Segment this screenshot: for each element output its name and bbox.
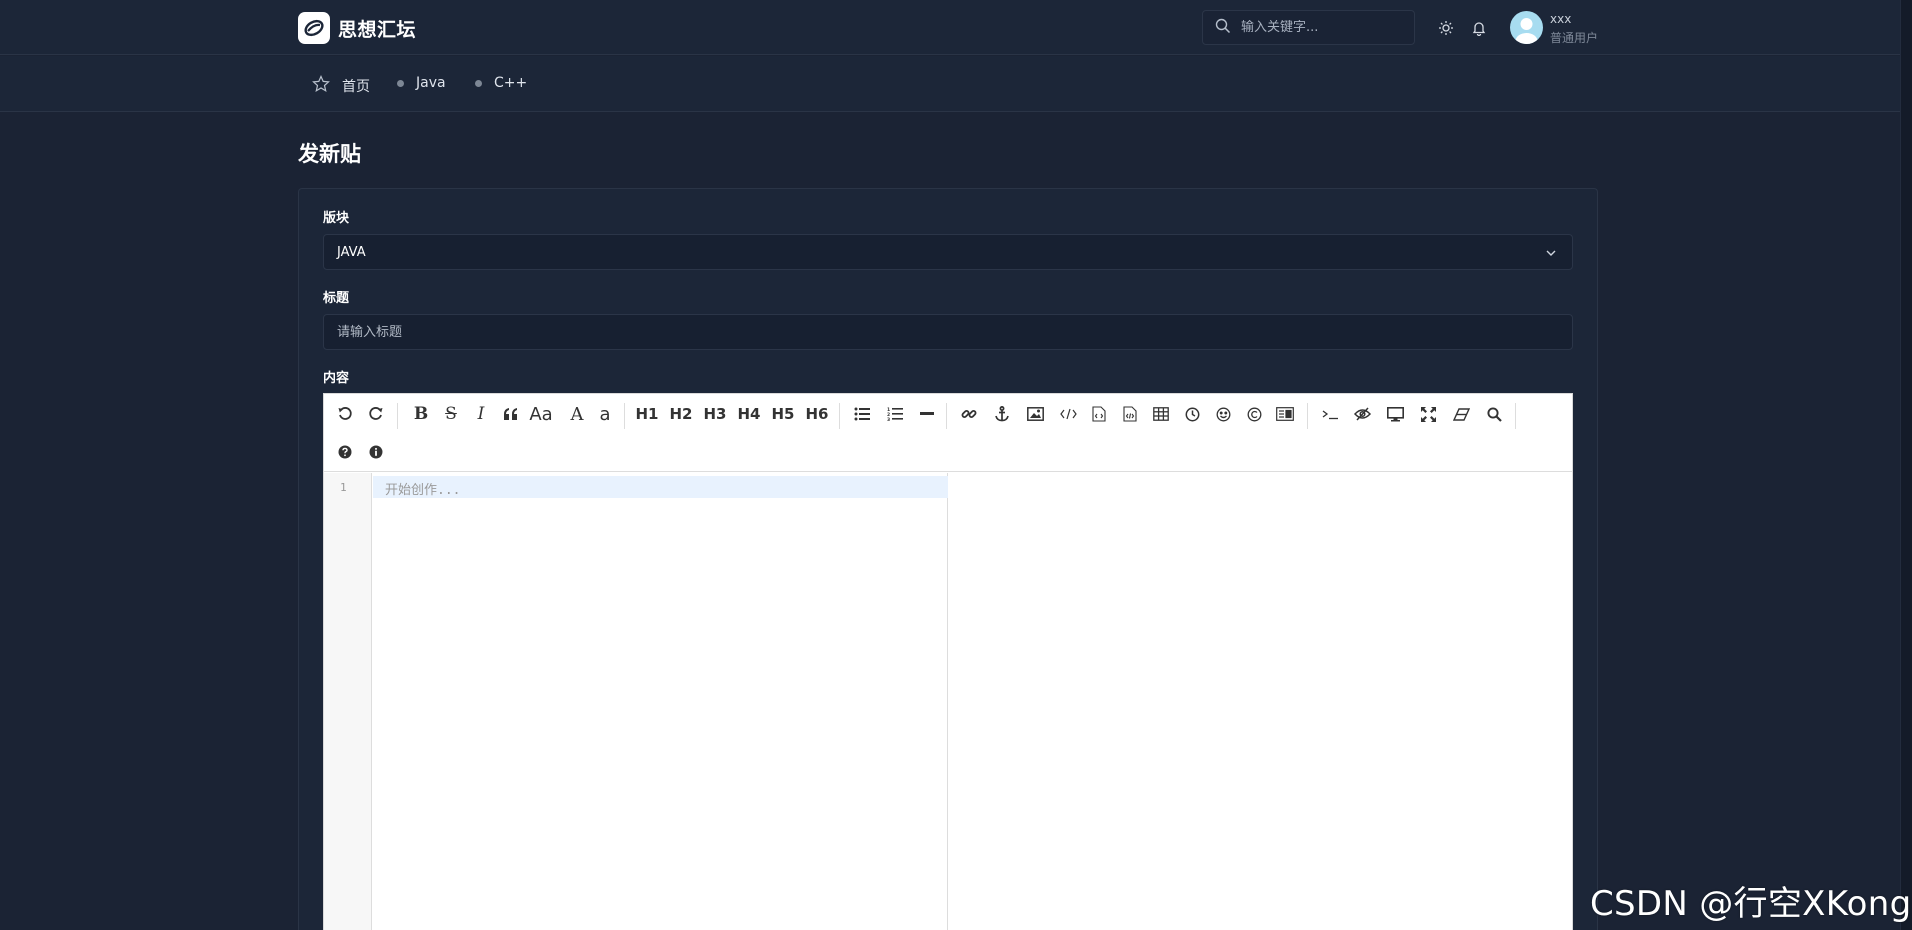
heading-4-button[interactable]: H4 — [736, 399, 762, 429]
table-icon[interactable] — [1148, 399, 1174, 429]
markdown-editor: B S I Aa A a H1 H2 H3 H4 H5 H6 123 1 开始创… — [323, 393, 1573, 930]
preformatted-text-icon[interactable] — [1117, 399, 1143, 429]
editor-toolbar: B S I Aa A a H1 H2 H3 H4 H5 H6 123 — [324, 394, 1572, 472]
svg-text:3: 3 — [887, 417, 890, 421]
board-select[interactable]: JAVA — [323, 234, 1573, 270]
board-selected-value: JAVA — [337, 244, 366, 260]
toggle-preview-eye-slash-icon[interactable] — [1349, 399, 1375, 429]
line-number: 1 — [340, 481, 347, 494]
lowercase-icon[interactable]: a — [592, 399, 618, 429]
datetime-icon[interactable] — [1179, 399, 1205, 429]
nav-item-home[interactable]: 首页 — [312, 75, 370, 97]
anchor-icon[interactable] — [989, 399, 1015, 429]
board-label: 版块 — [323, 211, 350, 226]
toolbar-divider — [1307, 403, 1308, 429]
page-scrollbar[interactable] — [1900, 0, 1912, 930]
editor-placeholder: 开始创作... — [385, 483, 461, 498]
nav-item-java[interactable]: Java — [397, 75, 446, 91]
ordered-list-icon[interactable]: 123 — [882, 399, 908, 429]
uppercase-icon[interactable]: A — [564, 399, 590, 429]
toolbar-divider — [946, 403, 947, 429]
toolbar-divider — [624, 403, 625, 429]
heading-5-button[interactable]: H5 — [770, 399, 796, 429]
help-question-circle-icon[interactable] — [332, 437, 358, 467]
title-label: 标题 — [323, 291, 350, 306]
top-header: 思想汇坛 xxx 普通用户 — [0, 0, 1900, 55]
code-block-icon[interactable] — [1086, 399, 1112, 429]
capitalize-icon[interactable]: Aa — [528, 399, 554, 429]
nav-item-cpp[interactable]: C++ — [475, 75, 527, 91]
new-post-form: 版块 JAVA 标题 内容 B S I Aa A a — [298, 188, 1598, 930]
quote-icon[interactable] — [498, 399, 524, 429]
heading-3-button[interactable]: H3 — [702, 399, 728, 429]
user-avatar[interactable] — [1510, 11, 1543, 44]
strikethrough-icon[interactable]: S — [438, 399, 464, 429]
heading-1-button[interactable]: H1 — [634, 399, 660, 429]
user-name[interactable]: xxx — [1550, 12, 1571, 26]
image-icon[interactable] — [1022, 399, 1048, 429]
watch-desktop-icon[interactable] — [1382, 399, 1408, 429]
chevron-down-icon — [1544, 246, 1558, 264]
search-icon — [1215, 18, 1231, 38]
logo-text: 思想汇坛 — [338, 18, 417, 41]
page-title: 发新贴 — [298, 142, 361, 166]
search-input[interactable] — [1241, 20, 1401, 35]
theme-toggle-sun-icon[interactable] — [1436, 18, 1456, 38]
line-number-gutter: 1 — [324, 473, 372, 930]
nav-label-cpp: C++ — [494, 75, 528, 91]
content-label: 内容 — [323, 371, 350, 386]
user-role: 普通用户 — [1550, 31, 1599, 45]
html-entities-icon[interactable] — [1241, 399, 1267, 429]
heading-6-button[interactable]: H6 — [804, 399, 830, 429]
nav-dot — [475, 79, 482, 87]
pagebreak-icon[interactable] — [1272, 399, 1298, 429]
clear-eraser-icon[interactable] — [1448, 399, 1474, 429]
markdown-input-area[interactable]: 开始创作... — [373, 473, 948, 930]
notification-bell-icon[interactable] — [1469, 18, 1489, 38]
link-icon[interactable] — [956, 399, 982, 429]
info-circle-icon[interactable] — [363, 437, 389, 467]
nav-label-java: Java — [416, 75, 446, 91]
emoji-icon[interactable] — [1210, 399, 1236, 429]
bold-icon[interactable]: B — [408, 399, 434, 429]
toolbar-divider — [1515, 403, 1516, 429]
site-logo[interactable]: 思想汇坛 — [298, 12, 416, 44]
unordered-list-icon[interactable] — [849, 399, 875, 429]
fullscreen-expand-icon[interactable] — [1415, 399, 1441, 429]
toolbar-divider — [839, 403, 840, 429]
redo-icon[interactable] — [363, 399, 389, 429]
nav-label-home: 首页 — [342, 79, 370, 95]
horizontal-rule-icon[interactable] — [914, 399, 940, 429]
heading-2-button[interactable]: H2 — [668, 399, 694, 429]
toolbar-divider — [397, 403, 398, 429]
inline-code-icon[interactable] — [1055, 399, 1081, 429]
search-replace-icon[interactable] — [1481, 399, 1507, 429]
nav-dot — [397, 79, 404, 87]
goto-line-terminal-icon[interactable] — [1317, 399, 1343, 429]
markdown-preview-pane — [949, 473, 1572, 930]
italic-icon[interactable]: I — [468, 399, 494, 429]
watermark-text: CSDN @行空XKong — [1590, 884, 1912, 924]
search-box[interactable] — [1202, 10, 1415, 45]
undo-icon[interactable] — [332, 399, 358, 429]
star-icon — [312, 75, 330, 97]
title-input[interactable] — [323, 314, 1573, 350]
category-nav: 首页 Java C++ — [0, 56, 1900, 112]
logo-icon — [298, 12, 330, 44]
